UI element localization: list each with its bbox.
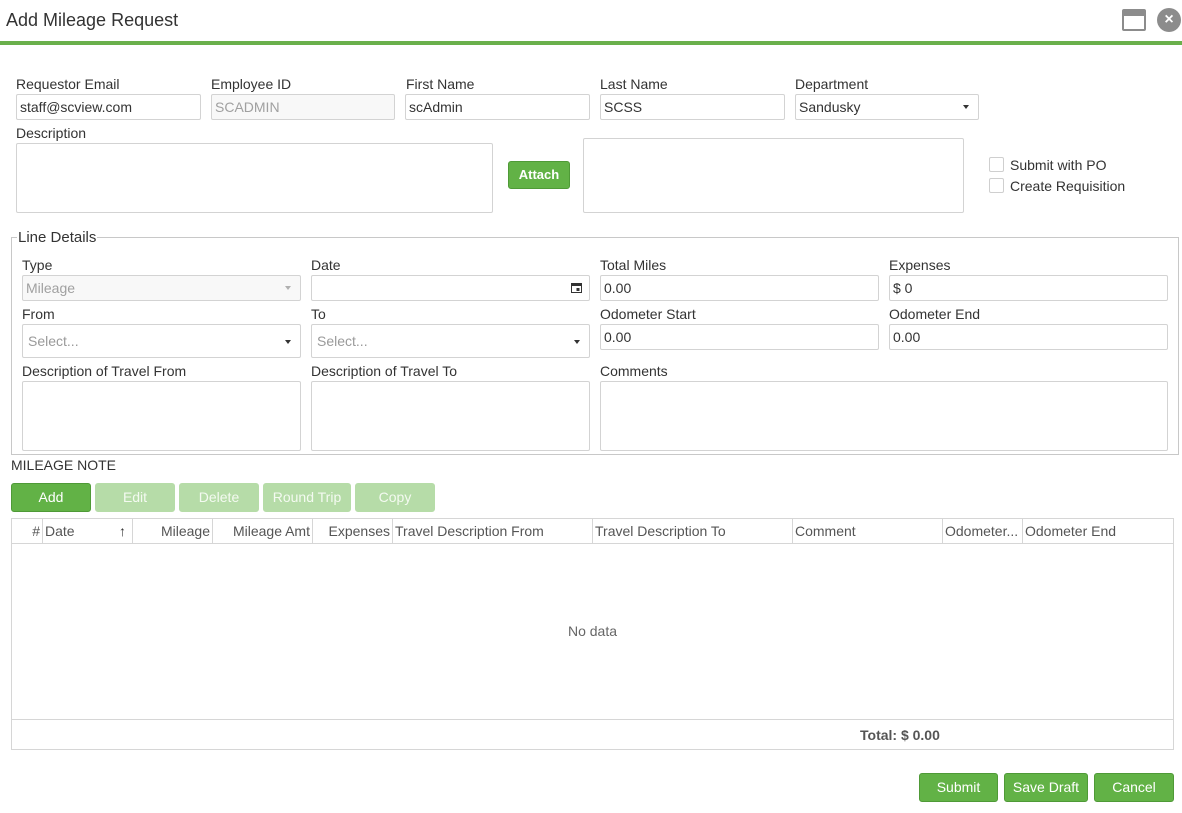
expenses-input[interactable]: $ 0 bbox=[889, 275, 1168, 301]
create-requisition-label: Create Requisition bbox=[1010, 178, 1126, 194]
department-label: Department bbox=[795, 76, 869, 92]
calendar-icon[interactable] bbox=[571, 282, 582, 293]
desc-travel-to-label: Description of Travel To bbox=[311, 363, 458, 379]
attach-button[interactable]: Attach bbox=[508, 161, 570, 189]
desc-travel-from-label: Description of Travel From bbox=[22, 363, 187, 379]
to-select[interactable]: Select... bbox=[311, 324, 590, 358]
submit-with-po-label: Submit with PO bbox=[1010, 157, 1107, 173]
mileage-note-heading: MILEAGE NOTE bbox=[11, 457, 117, 473]
department-select[interactable]: Sandusky bbox=[795, 94, 979, 120]
title-divider bbox=[0, 41, 1182, 45]
type-label: Type bbox=[22, 257, 53, 273]
column-header-index[interactable]: # bbox=[12, 519, 43, 543]
round-trip-button[interactable]: Round Trip bbox=[263, 483, 351, 512]
column-header-comment[interactable]: Comment bbox=[793, 519, 943, 543]
from-placeholder: Select... bbox=[28, 333, 79, 349]
add-button[interactable]: Add bbox=[11, 483, 91, 512]
date-label: Date bbox=[311, 257, 341, 273]
edit-button[interactable]: Edit bbox=[95, 483, 175, 512]
title-bar: Add Mileage Request × bbox=[0, 0, 1182, 42]
copy-button[interactable]: Copy bbox=[355, 483, 435, 512]
total-miles-label: Total Miles bbox=[600, 257, 667, 273]
submit-button[interactable]: Submit bbox=[919, 773, 998, 802]
last-name-input[interactable]: SCSS bbox=[600, 94, 785, 120]
employee-id-label: Employee ID bbox=[211, 76, 292, 92]
column-header-mileage[interactable]: Mileage bbox=[133, 519, 213, 543]
last-name-label: Last Name bbox=[600, 76, 668, 92]
grid-total: Total: $ 0.00 bbox=[860, 727, 940, 743]
line-details-legend: Line Details bbox=[17, 229, 98, 246]
sort-asc-icon: ↑ bbox=[119, 523, 126, 539]
date-input[interactable] bbox=[311, 275, 590, 301]
column-header-odometer-start[interactable]: Odometer... bbox=[943, 519, 1023, 543]
requestor-email-label: Requestor Email bbox=[16, 76, 120, 92]
grid-empty-message: No data bbox=[567, 623, 618, 639]
chevron-down-icon bbox=[963, 105, 969, 109]
create-requisition-checkbox[interactable] bbox=[989, 178, 1004, 193]
description-textarea[interactable] bbox=[16, 143, 493, 213]
maximize-icon[interactable] bbox=[1122, 9, 1146, 31]
chevron-down-icon bbox=[574, 340, 580, 344]
from-label: From bbox=[22, 306, 55, 322]
column-header-date-label: Date bbox=[45, 523, 75, 539]
comments-label: Comments bbox=[600, 363, 668, 379]
save-draft-button[interactable]: Save Draft bbox=[1004, 773, 1088, 802]
column-header-travel-to[interactable]: Travel Description To bbox=[593, 519, 793, 543]
type-select: Mileage bbox=[22, 275, 301, 301]
desc-travel-to-textarea[interactable] bbox=[311, 381, 590, 451]
delete-button[interactable]: Delete bbox=[179, 483, 259, 512]
odometer-end-label: Odometer End bbox=[889, 306, 981, 322]
chevron-down-icon bbox=[285, 286, 291, 290]
cancel-button[interactable]: Cancel bbox=[1094, 773, 1174, 802]
to-label: To bbox=[311, 306, 326, 322]
desc-travel-from-textarea[interactable] bbox=[22, 381, 301, 451]
expenses-label: Expenses bbox=[889, 257, 951, 273]
odometer-start-input[interactable]: 0.00 bbox=[600, 324, 879, 350]
submit-with-po-checkbox[interactable] bbox=[989, 157, 1004, 172]
description-label: Description bbox=[16, 125, 87, 141]
grid-footer: Total: $ 0.00 bbox=[12, 719, 1173, 749]
total-miles-input[interactable]: 0.00 bbox=[600, 275, 879, 301]
chevron-down-icon bbox=[285, 340, 291, 344]
column-header-mileage-amt[interactable]: Mileage Amt bbox=[213, 519, 313, 543]
column-header-date[interactable]: Date ↑ bbox=[43, 519, 133, 543]
first-name-label: First Name bbox=[406, 76, 475, 92]
grid-header: # Date ↑ Mileage Mileage Amt Expenses Tr… bbox=[12, 519, 1173, 544]
attachments-box[interactable] bbox=[583, 138, 964, 213]
odometer-start-label: Odometer Start bbox=[600, 306, 696, 322]
column-header-odometer-end[interactable]: Odometer End bbox=[1023, 519, 1173, 543]
department-value: Sandusky bbox=[799, 99, 861, 115]
column-header-travel-from[interactable]: Travel Description From bbox=[393, 519, 593, 543]
to-placeholder: Select... bbox=[317, 333, 368, 349]
first-name-input[interactable]: scAdmin bbox=[405, 94, 590, 120]
odometer-end-input[interactable]: 0.00 bbox=[889, 324, 1168, 350]
employee-id-input: SCADMIN bbox=[211, 94, 395, 120]
mileage-grid: # Date ↑ Mileage Mileage Amt Expenses Tr… bbox=[11, 518, 1174, 750]
requestor-email-input[interactable]: staff@scview.com bbox=[16, 94, 201, 120]
dialog-title: Add Mileage Request bbox=[6, 10, 179, 30]
from-select[interactable]: Select... bbox=[22, 324, 301, 358]
column-header-expenses[interactable]: Expenses bbox=[313, 519, 393, 543]
type-value: Mileage bbox=[26, 280, 76, 296]
comments-textarea[interactable] bbox=[600, 381, 1168, 451]
close-icon[interactable]: × bbox=[1157, 8, 1181, 32]
